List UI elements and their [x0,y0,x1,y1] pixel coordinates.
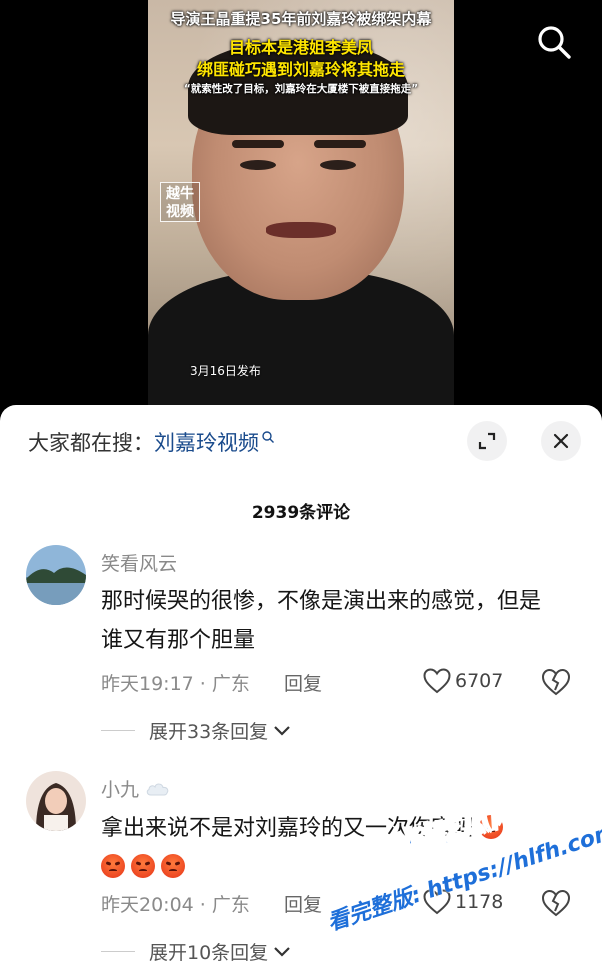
heart-icon [423,668,451,694]
search-suggestion[interactable]: 大家都在搜：刘嘉玲视频 [28,427,275,457]
angry-emoji-icon [161,854,185,878]
search-suggestion-term[interactable]: 刘嘉玲视频 [154,431,259,455]
dislike-icon[interactable] [541,889,571,917]
person-mouth [266,222,336,238]
like-button[interactable]: 1178 [423,889,503,915]
comment-text[interactable]: 那时候哭的很惨，不像是演出来的感觉，但是谁又有那个胆量 [101,582,561,660]
person-brow [232,140,284,148]
publish-date: 3月16日发布 [190,364,261,378]
expand-icon [478,432,496,450]
comment-text[interactable]: 拿出来说不是对刘嘉玲的又一次伤害吗 [101,809,571,887]
video-frame[interactable]: 导演王晶重提35年前刘嘉玲被绑架内幕 目标本是港姐李美凤 绑匪碰巧遇到刘嘉玲将其… [148,0,454,415]
chevron-down-icon [274,946,290,957]
divider [101,951,135,952]
comment-time-location: 昨天19:17 · 广东 [101,673,250,695]
cloud-icon [146,783,169,796]
video-caption-title: 导演王晶重提35年前刘嘉玲被绑架内幕 [170,10,432,28]
reply-button[interactable]: 回复 [284,890,322,917]
like-count: 1178 [455,891,504,913]
comment-username-text: 小九 [101,779,140,801]
video-caption-line: 绑匪碰巧遇到刘嘉玲将其拖走 [196,60,405,79]
comment-text-body: 拿出来说不是对刘嘉玲的又一次伤害吗 [101,816,476,841]
angry-emoji-icon [131,854,155,878]
comment-username[interactable]: 笑看风云 [101,549,177,576]
video-caption-quote: “就索性改了目标，刘嘉玲在大厦楼下被直接拖走” [183,83,419,95]
expand-replies-label: 展开10条回复 [149,942,269,964]
person-eye [320,160,356,170]
expand-replies[interactable]: 展开10条回复 [101,938,292,965]
comment-sheet: 大家都在搜：刘嘉玲视频 2939条评论 笑看风云 那时候哭的很惨，不像是演出来的… [0,405,602,975]
like-button[interactable]: 6707 [423,668,503,694]
angry-emoji-icon [479,815,504,839]
person-eye [240,160,276,170]
person-brow [314,140,366,148]
search-icon[interactable] [536,24,572,60]
reply-button[interactable]: 回复 [284,669,322,696]
comment-username[interactable]: 小九 [101,775,171,802]
like-count: 6707 [455,670,504,692]
search-suggestion-prefix: 大家都在搜： [28,431,154,455]
expand-button[interactable] [467,421,507,461]
video-player[interactable]: 导演王晶重提35年前刘嘉玲被绑架内幕 目标本是港姐李美凤 绑匪碰巧遇到刘嘉玲将其… [0,0,602,415]
expand-replies-label: 展开33条回复 [149,721,269,743]
expand-replies[interactable]: 展开33条回复 [101,717,292,744]
channel-logo: 越牛视频 [160,182,200,222]
comment-time-location: 昨天20:04 · 广东 [101,894,250,916]
divider [101,730,135,731]
angry-emoji-icon [101,854,125,878]
dislike-icon[interactable] [541,668,571,696]
search-icon [262,431,274,443]
avatar[interactable] [26,771,86,831]
video-caption-line: 目标本是港姐李美凤 [228,38,373,57]
close-button[interactable] [541,421,581,461]
close-icon [553,433,569,449]
chevron-down-icon [274,725,290,736]
comment-count: 2939条评论 [251,503,351,523]
avatar[interactable] [26,545,86,605]
heart-icon [423,889,451,915]
